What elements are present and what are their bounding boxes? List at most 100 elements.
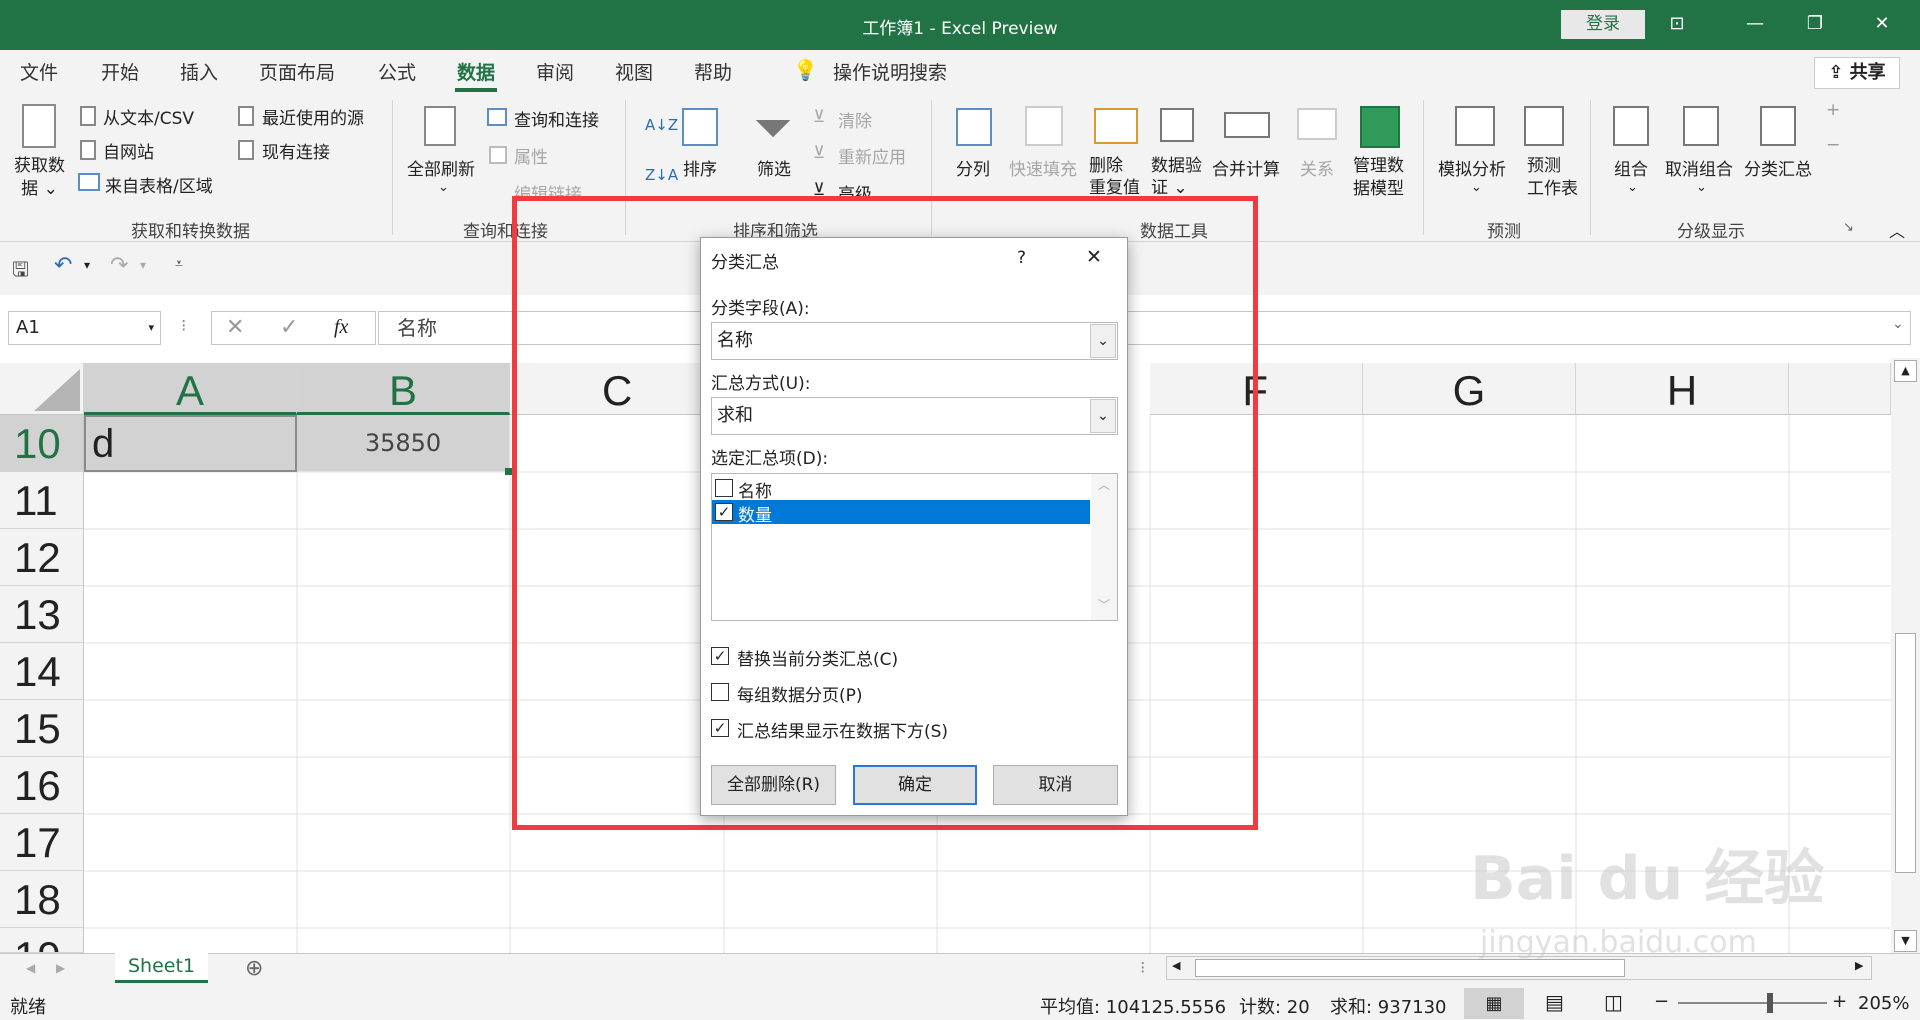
data-validation-button[interactable]: 数据验 证 ⌄	[1151, 155, 1202, 197]
expand-formula-icon[interactable]: ⌄	[1892, 316, 1904, 332]
chevron-down-icon[interactable]: ⌄	[1696, 180, 1707, 195]
consolidate-button[interactable]: 合并计算	[1212, 155, 1280, 180]
tab-page-layout[interactable]: 页面布局	[259, 58, 335, 85]
restore-icon[interactable]: ❐	[1795, 11, 1835, 37]
field-select[interactable]: 名称 ⌄	[711, 322, 1118, 360]
get-data-button[interactable]: 获取数 据 ⌄	[14, 155, 65, 201]
tab-home[interactable]: 开始	[101, 58, 139, 85]
close-icon[interactable]: ✕	[1086, 246, 1102, 268]
chevron-down-icon[interactable]: ⌄	[1627, 180, 1638, 195]
list-item-selected[interactable]: ✓ 数量	[712, 500, 1090, 526]
row-header-17[interactable]: 17	[0, 814, 84, 871]
edit-links-button[interactable]: 编辑链接	[514, 180, 582, 196]
scroll-left-icon[interactable]: ◀	[1172, 959, 1180, 972]
show-detail-icon[interactable]: +	[1826, 100, 1840, 120]
save-icon[interactable]: 🖫	[12, 255, 29, 289]
properties-button[interactable]: 属性	[514, 143, 548, 168]
text-to-columns-button[interactable]: 分列	[956, 155, 990, 180]
redo-icon[interactable]: ↷	[110, 253, 128, 278]
checkbox-item-name[interactable]	[715, 479, 733, 497]
zoom-slider[interactable]	[1678, 1002, 1827, 1004]
enter-icon[interactable]: ✓	[280, 315, 298, 340]
tab-view[interactable]: 视图	[615, 58, 653, 85]
column-header-b[interactable]: B	[297, 363, 510, 415]
refresh-all-button[interactable]: 全部刷新	[407, 155, 475, 180]
checkbox-summary-below[interactable]: ✓	[711, 719, 729, 737]
row-header-11[interactable]: 11	[0, 472, 84, 529]
checkbox-item-quantity[interactable]: ✓	[715, 503, 733, 521]
name-box-dropdown-icon[interactable]: ▾	[148, 312, 154, 344]
cell-a10[interactable]: d	[84, 415, 297, 472]
redo-dropdown-icon[interactable]: ▾	[140, 258, 146, 272]
undo-dropdown-icon[interactable]: ▾	[84, 258, 90, 272]
close-icon[interactable]: ✕	[1862, 11, 1902, 37]
scroll-up-icon[interactable]: ▲	[1894, 360, 1917, 382]
flash-fill-button[interactable]: 快速填充	[1009, 155, 1077, 180]
zoom-in-icon[interactable]: +	[1832, 991, 1847, 1012]
ok-button[interactable]: 确定	[853, 765, 977, 805]
dialog-launcher-icon[interactable]: ↘	[1843, 220, 1854, 235]
row-header-18[interactable]: 18	[0, 871, 84, 928]
column-header-h[interactable]: H	[1576, 363, 1789, 415]
column-header-g[interactable]: G	[1363, 363, 1576, 415]
chevron-down-icon[interactable]: ⌄	[1090, 399, 1116, 433]
cancel-button[interactable]: 取消	[993, 765, 1118, 805]
tell-me-search[interactable]: 操作说明搜索	[833, 58, 947, 85]
from-text-csv-button[interactable]: 从文本/CSV	[103, 104, 194, 129]
relationships-button[interactable]: 关系	[1300, 155, 1334, 180]
row-header-15[interactable]: 15	[0, 700, 84, 757]
reapply-button[interactable]: 重新应用	[838, 143, 906, 168]
sort-button[interactable]: 排序	[683, 155, 717, 180]
subtotal-button[interactable]: 分类汇总	[1744, 155, 1812, 180]
column-header-a[interactable]: A	[84, 363, 297, 415]
scroll-down-icon[interactable]: ▼	[1894, 930, 1917, 952]
tab-help[interactable]: 帮助	[694, 58, 732, 85]
checkbox-page-break[interactable]	[711, 683, 729, 701]
items-listbox[interactable]: 名称 ✓ 数量 ︿ ﹀	[711, 473, 1118, 621]
hide-detail-icon[interactable]: −	[1826, 135, 1840, 155]
from-web-button[interactable]: 自网站	[103, 138, 154, 163]
tab-file[interactable]: 文件	[20, 58, 58, 85]
filter-button[interactable]: 筛选	[757, 155, 791, 180]
column-header-next[interactable]	[1789, 363, 1891, 415]
undo-icon[interactable]: ↶	[54, 253, 72, 278]
select-all-corner[interactable]	[0, 363, 84, 415]
zoom-level[interactable]: 205%	[1858, 993, 1909, 1014]
chevron-down-icon[interactable]: ﹀	[1098, 596, 1110, 613]
scroll-right-icon[interactable]: ▶	[1855, 959, 1863, 972]
checkbox-replace[interactable]: ✓	[711, 647, 729, 665]
scroll-thumb[interactable]	[1895, 633, 1916, 873]
row-header-13[interactable]: 13	[0, 586, 84, 643]
ungroup-button[interactable]: 取消组合	[1665, 155, 1733, 180]
tab-review[interactable]: 审阅	[536, 58, 574, 85]
login-button[interactable]: 登录	[1561, 10, 1645, 39]
row-header-12[interactable]: 12	[0, 529, 84, 586]
group-button[interactable]: 组合	[1614, 155, 1648, 180]
cell-b10[interactable]: 35850	[297, 415, 510, 472]
name-box[interactable]: A1 ▾	[8, 311, 161, 345]
page-layout-view-icon[interactable]: ▤	[1545, 990, 1564, 1014]
manage-data-model-button[interactable]: 管理数 据模型	[1353, 155, 1404, 201]
replace-label[interactable]: 替换当前分类汇总(C)	[737, 645, 898, 670]
list-scrollbar[interactable]: ︿ ﹀	[1091, 474, 1117, 620]
h-scroll-thumb[interactable]	[1195, 959, 1625, 977]
summary-below-label[interactable]: 汇总结果显示在数据下方(S)	[737, 717, 948, 742]
what-if-analysis-button[interactable]: 模拟分析	[1438, 155, 1506, 180]
row-header-19[interactable]: 19	[0, 928, 84, 953]
recent-sources-button[interactable]: 最近使用的源	[262, 104, 364, 129]
customize-toolbar-icon[interactable]: ⩡	[175, 256, 183, 272]
chevron-down-icon[interactable]: ⌄	[1471, 180, 1482, 195]
ribbon-display-icon[interactable]: ⊡	[1657, 11, 1697, 37]
remove-all-button[interactable]: 全部删除(R)	[711, 765, 836, 805]
collapse-ribbon-icon[interactable]: ︿	[1889, 218, 1905, 242]
row-header-14[interactable]: 14	[0, 643, 84, 700]
fill-handle[interactable]	[505, 468, 512, 475]
cancel-icon[interactable]: ✕	[226, 315, 244, 340]
clear-button[interactable]: 清除	[838, 107, 872, 132]
queries-connections-button[interactable]: 查询和连接	[514, 106, 599, 131]
minimize-icon[interactable]: —	[1735, 11, 1775, 37]
chevron-down-icon[interactable]: ⌄	[438, 180, 449, 195]
sort-descending-icon[interactable]: Z↓A	[645, 166, 678, 184]
advanced-button[interactable]: 高级	[838, 180, 872, 196]
share-button[interactable]: ⇪ 共享	[1814, 57, 1900, 89]
